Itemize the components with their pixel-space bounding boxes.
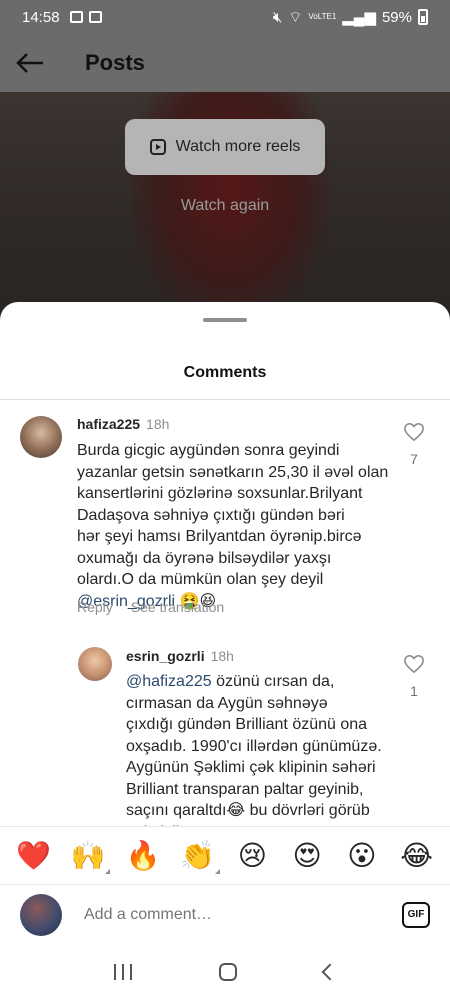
signal-icon: ▂▄▆: [342, 9, 376, 26]
comment-time: 18h: [146, 416, 170, 432]
emoji-clap-button[interactable]: 👏: [176, 839, 220, 874]
see-translation-button[interactable]: See translation: [131, 599, 224, 615]
comment-line: çıxdığı gündən Brilliant özünü ona: [126, 716, 368, 733]
status-time: 14:58: [22, 8, 60, 26]
skin-tone-indicator-icon: [214, 869, 220, 874]
emoji-heart-button[interactable]: ❤️: [11, 839, 55, 872]
sheet-drag-handle[interactable]: [203, 318, 247, 322]
status-bar: 14:58 🔇︎ ⌔ VoLTE1 ▂▄▆ 59%: [0, 0, 450, 34]
reply-button[interactable]: Reply: [77, 599, 113, 615]
emoji-glyph: 🙌: [70, 839, 106, 872]
network-label: VoLTE1: [308, 12, 337, 21]
comment-line: oxşadıb. 1990'cı illərdən günümüzə.: [126, 737, 382, 755]
watch-again-button[interactable]: Watch again: [0, 197, 450, 215]
comment-line: kansertlərini gözlərinə soxsunlar.Brilya…: [77, 485, 363, 502]
battery-icon: [418, 9, 428, 25]
comment-username[interactable]: hafiza225: [77, 416, 140, 432]
comment-line: olardı.O da mümkün olan şey deyil: [77, 571, 324, 588]
like-count: 1: [410, 683, 418, 699]
comment-line: Dadaşova səhniyə çıxtığı gündən bəri: [77, 506, 345, 524]
emoji-reaction-bar: ❤️ 🙌 🔥 👏 😢 😍 😮 😂: [0, 826, 450, 884]
comment-like[interactable]: 7: [394, 422, 434, 467]
emoji-surprised-button[interactable]: 😮: [340, 839, 384, 872]
gif-button[interactable]: GIF: [402, 901, 430, 928]
comment-text: Burda gicgic aygündən sonra geyindi yaza…: [77, 440, 397, 612]
status-indicators: 🔇︎ ⌔ VoLTE1 ▂▄▆ 59%: [273, 8, 428, 27]
comment-line: cırmasan da Aygün səhnəyə: [126, 694, 328, 712]
heart-outline-icon[interactable]: [403, 654, 425, 674]
comment-line: yazanlar getsin sənətkarın 25,30 il əvəl…: [77, 463, 389, 481]
back-button[interactable]: [0, 34, 60, 92]
comment-like[interactable]: 1: [394, 654, 434, 699]
comment-line: Brilliant transparan paltar geyinib,: [126, 780, 364, 798]
system-back-button[interactable]: [321, 963, 339, 981]
watch-more-reels-button[interactable]: Watch more reels: [125, 119, 325, 175]
comment-header: hafiza225 18h: [77, 416, 169, 432]
sheet-title: Comments: [183, 364, 267, 381]
watch-more-label: Watch more reels: [175, 138, 301, 155]
comment-actions: Reply See translation: [77, 599, 224, 615]
avatar[interactable]: [20, 416, 62, 458]
arrow-left-icon: [16, 53, 43, 73]
like-count: 7: [410, 451, 418, 467]
top-app-bar: Posts: [0, 34, 450, 92]
current-user-avatar: [20, 893, 62, 936]
emoji-heart-eyes-button[interactable]: 😍: [285, 839, 329, 872]
comment-line: saçını qaraltdı😂 bu dövrləri görüb: [126, 802, 370, 819]
emoji-laughing-button[interactable]: 😂: [395, 839, 439, 872]
page-title: Posts: [85, 50, 145, 75]
gallery-icon: [69, 11, 83, 23]
comment-input-bar: GIF: [0, 884, 450, 944]
sheet-divider: [0, 399, 450, 400]
reels-icon: [149, 139, 166, 155]
comment-username[interactable]: esrin_gozrli: [126, 648, 205, 664]
emoji-fire-button[interactable]: 🔥: [121, 839, 165, 872]
recents-button[interactable]: [113, 964, 132, 980]
comment-input[interactable]: [84, 905, 364, 924]
battery-percent: 59%: [381, 8, 412, 26]
wifi-icon: ⌔: [288, 8, 303, 26]
avatar[interactable]: [78, 647, 112, 681]
mute-icon: 🔇︎: [272, 8, 283, 26]
emoji-raised-hands-button[interactable]: 🙌: [66, 839, 111, 874]
comment-header: esrin_gozrli 18h: [126, 648, 234, 664]
emoji-cry-button[interactable]: 😢: [230, 839, 274, 872]
facebook-icon: [88, 11, 102, 23]
heart-outline-icon[interactable]: [403, 422, 425, 442]
comment-line: Burda gicgic aygündən sonra geyindi: [77, 442, 340, 459]
mention-link[interactable]: @hafiza225: [126, 673, 212, 690]
comment-line: oxumağı da öyrənə bilsəydilər yaxşı: [77, 549, 332, 567]
reel-video[interactable]: Watch more reels Watch again: [0, 92, 450, 322]
comment-text: @hafiza225 özünü cırsan da, cırmasan da …: [126, 671, 396, 843]
comment-line: özünü cırsan da,: [211, 673, 335, 690]
comment-line: Aygünün Şəklimi çək klipinin səhəri: [126, 759, 376, 776]
comment-line: hər şeyi hamsı Brilyantdan öyrənip.bircə: [77, 528, 362, 545]
skin-tone-indicator-icon: [105, 869, 111, 874]
system-nav-bar: [0, 944, 450, 1000]
emoji-glyph: 👏: [180, 839, 216, 872]
home-button[interactable]: [218, 963, 237, 981]
comment-time: 18h: [210, 648, 234, 664]
